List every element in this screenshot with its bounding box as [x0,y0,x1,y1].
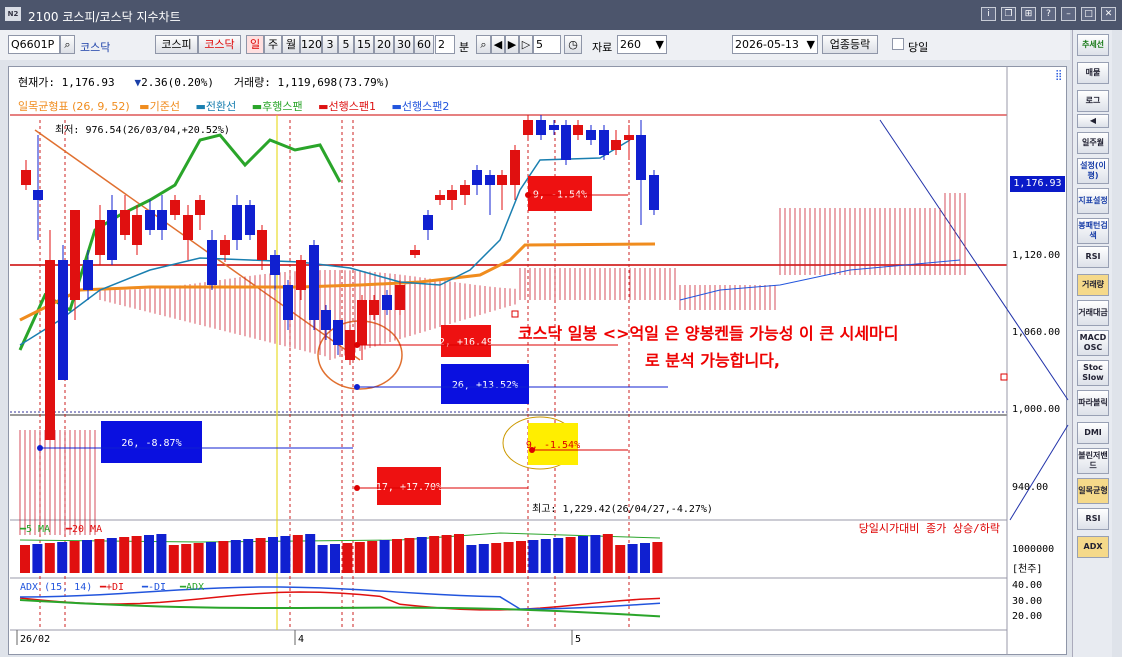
minute-label: 분 [459,41,470,54]
rsi-button[interactable]: RSI [1077,246,1109,268]
analysis-annotation: 코스닥 일봉 <>억일 은 양봉켄들 가능성 이 큰 시세마디 로 분석 가능합… [518,324,899,370]
kosdaq-button[interactable]: 코스닥 [198,35,241,54]
date-picker[interactable]: 2026-05-13 ▼ [732,35,818,54]
volume-profile-button[interactable]: 매물 [1077,62,1109,84]
current-price: 1,176.93 [61,76,115,89]
data-count-select[interactable]: 260 ▼ [617,35,667,54]
legend-item-span2: 선행스팬2 [401,100,450,113]
chevron-down-icon: ▼ [806,38,815,51]
maximize-icon[interactable]: □ [1081,7,1096,21]
bollinger-button[interactable]: 볼린저밴드 [1077,448,1109,474]
period-20-button[interactable]: 20 [374,35,394,54]
today-label: 당일 [908,41,929,54]
panel-menu-icon[interactable]: ⣿ [1055,70,1062,81]
legend-item-span1: 선행스팬1 [328,100,377,113]
period-60-button[interactable]: 60 [414,35,434,54]
trading-value-button[interactable]: 거래대금 [1077,300,1109,326]
period-120-button[interactable]: 120 [300,35,322,54]
ma-settings-button[interactable]: 설정(이평) [1077,158,1109,184]
minute-input[interactable]: 2 [435,35,455,54]
window-title: 코스피/코스닥 지수차트 [62,10,181,24]
legend-item-conversion: 전환선 [205,100,237,113]
period-3-button[interactable]: 3 [322,35,338,54]
period-5-button[interactable]: 5 [338,35,354,54]
legend-item-lagging: 후행스팬 [262,100,303,113]
price-change: 2.36(0.20%) [141,76,214,89]
stoch-slow-button[interactable]: Stoc Slow [1077,360,1109,386]
zoom-icon[interactable]: ⌕ [476,35,491,54]
collapse-arrow-icon[interactable]: ◀ [1077,114,1109,128]
chevron-down-icon: ▼ [655,38,664,51]
adx-button[interactable]: ADX [1077,536,1109,558]
scroll-right-icon[interactable]: ▶ [505,35,519,54]
clock-icon[interactable]: ◷ [564,35,582,54]
period-day-button[interactable]: 일 [246,35,264,54]
period-toggle-button[interactable]: 일주월 [1077,132,1109,154]
volume-button[interactable]: 거래량 [1077,274,1109,296]
indicator-settings-button[interactable]: 지표설정 [1077,188,1109,214]
symbol-code-input[interactable]: Q6601P [8,35,60,54]
period-30-button[interactable]: 30 [394,35,414,54]
scroll-left-icon[interactable]: ◀ [491,35,505,54]
search-icon[interactable]: ⌕ [60,35,75,54]
scroll-end-icon[interactable]: ▷ [519,35,533,54]
legend-item-baseline: 기준선 [149,100,180,113]
right-toolbar: 추세선 매물 로그 ◀ 일주월 설정(이평) 지표설정 봉패턴검색 RSI 거래… [1072,30,1112,657]
period-month-button[interactable]: 월 [282,35,300,54]
parabolic-button[interactable]: 파라볼릭 [1077,390,1109,416]
period-week-button[interactable]: 주 [264,35,282,54]
today-checkbox[interactable] [892,38,904,50]
sector-button[interactable]: 업종등락 [822,35,878,54]
help-icon[interactable]: ? [1041,7,1056,21]
zoom-input[interactable]: 5 [533,35,561,54]
pin-icon[interactable]: ⊞ [1021,7,1036,21]
pattern-search-button[interactable]: 봉패턴검색 [1077,218,1109,244]
ichimoku-button[interactable]: 일목균형 [1077,478,1109,504]
title-bar: N2 2100 코스피/코스닥 지수차트 i ❐ ⊞ ? – □ ✕ [0,0,1122,30]
trendline-button[interactable]: 추세선 [1077,34,1109,56]
screen-code: 2100 [28,10,59,24]
rsi-2-button[interactable]: RSI [1077,508,1109,530]
volume-value: 1,119,698(73.79%) [277,76,391,89]
symbol-name: 코스닥 [80,41,111,54]
period-15-button[interactable]: 15 [354,35,374,54]
info-bar: 현재가: 1,176.93 ▼2.36(0.20%) 거래량: 1,119,69… [18,76,391,89]
indicator-legend: 일목균형표 (26, 9, 52) ▬기준선 ▬전환선 ▬후행스팬 ▬선행스팬1… [18,100,450,113]
toolbar: Q6601P ⌕ 코스닥 코스피 코스닥 일 주 월 120 3 5 15 20… [0,30,1070,60]
data-count-label: 자료 [592,41,613,54]
dmi-button[interactable]: DMI [1077,422,1109,444]
copy-icon[interactable]: ❐ [1001,7,1016,21]
info-icon[interactable]: i [981,7,996,21]
minimize-icon[interactable]: – [1061,7,1076,21]
macd-osc-button[interactable]: MACD OSC [1077,330,1109,356]
legend-indicator: 일목균형표 (26, 9, 52) [18,100,130,113]
log-button[interactable]: 로그 [1077,90,1109,112]
kospi-button[interactable]: 코스피 [155,35,198,54]
app-logo: N2 [5,7,21,21]
close-icon[interactable]: ✕ [1101,7,1116,21]
current-price-tag: 1,176.93 [1010,176,1065,192]
